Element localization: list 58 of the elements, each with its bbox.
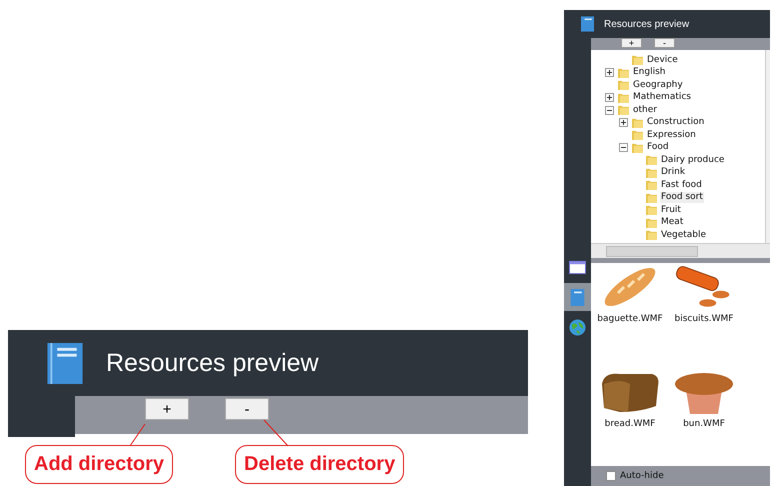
folder-icon	[646, 205, 657, 216]
tree-item[interactable]: Mathematics	[632, 92, 692, 104]
folder-icon	[632, 55, 643, 66]
expand-toggle[interactable]	[605, 93, 614, 102]
tree-item[interactable]: Fast food	[660, 180, 703, 191]
tree-item[interactable]: Drink	[660, 167, 686, 178]
folder-icon	[618, 68, 629, 78]
collapse-toggle[interactable]	[619, 143, 628, 152]
bun-drawing	[674, 370, 734, 414]
folder-icon	[646, 192, 657, 203]
callout-label: Add directory	[25, 445, 174, 484]
leader-line	[264, 420, 288, 446]
tree-item[interactable]: Food	[646, 142, 670, 154]
checkbox-label: Auto-hide	[620, 471, 664, 481]
expand-toggle[interactable]	[605, 68, 614, 78]
tree-item[interactable]: Construction	[646, 117, 706, 128]
book-icon	[47, 342, 83, 384]
folder-icon	[646, 218, 657, 228]
collapse-toggle[interactable]	[605, 106, 614, 115]
panel-title: Resources preview	[604, 18, 690, 30]
tree-item[interactable]: Expression	[646, 130, 697, 141]
folder-icon	[646, 155, 657, 166]
callout-label: Delete directory	[235, 445, 404, 484]
folder-icon	[646, 230, 657, 240]
folder-icon	[618, 92, 629, 103]
file-name: bun.WMF	[683, 419, 725, 429]
file-name: bread.WMF	[604, 419, 656, 429]
tree-item[interactable]: other	[632, 104, 658, 116]
folder-icon	[632, 118, 643, 128]
window-icon	[569, 258, 586, 276]
delete-button[interactable]: -	[225, 398, 269, 420]
folder-icon	[632, 130, 643, 140]
folder-icon	[618, 105, 629, 116]
panel-title: Resources preview	[106, 348, 319, 378]
file-name: biscuits.WMF	[674, 314, 734, 324]
add-button[interactable]: +	[621, 38, 642, 48]
tree-item[interactable]: English	[632, 67, 666, 78]
file-name: baguette.WMF	[597, 314, 663, 324]
tree-item[interactable]: Device	[646, 54, 679, 66]
tree-item[interactable]: Vegetable	[660, 230, 708, 241]
scrollbar[interactable]	[591, 243, 770, 258]
folder-icon	[646, 180, 657, 190]
add-button[interactable]: +	[145, 398, 189, 420]
leader-line	[130, 424, 146, 446]
delete-button[interactable]: -	[654, 38, 675, 48]
tree-item[interactable]: Food sort	[660, 192, 704, 204]
book-icon	[581, 15, 594, 33]
folder-icon	[632, 142, 643, 153]
book-icon	[569, 288, 586, 306]
tree-item[interactable]: Dairy produce	[660, 154, 726, 166]
tree-item[interactable]: Geography	[632, 80, 684, 91]
globe-icon	[569, 318, 586, 336]
folder-icon	[646, 168, 657, 178]
tree-item[interactable]: Fruit	[660, 204, 682, 216]
folder-icon	[618, 80, 629, 90]
tree-item[interactable]: Meat	[660, 217, 684, 228]
expand-toggle[interactable]	[619, 118, 628, 128]
checkbox[interactable]	[606, 471, 616, 481]
